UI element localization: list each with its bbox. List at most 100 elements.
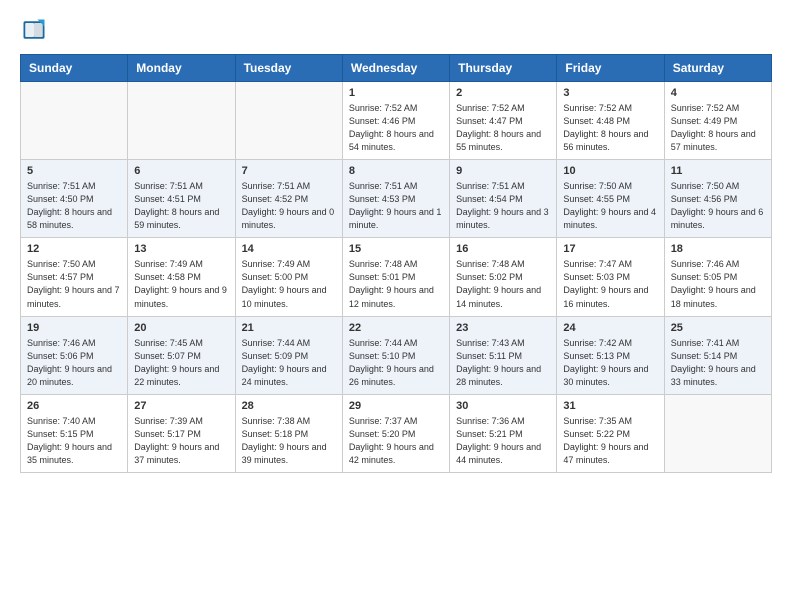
day-number: 27 bbox=[134, 400, 228, 412]
day-info: Sunrise: 7:47 AMSunset: 5:03 PMDaylight:… bbox=[563, 258, 657, 310]
calendar-cell: 13Sunrise: 7:49 AMSunset: 4:58 PMDayligh… bbox=[128, 238, 235, 316]
day-number: 26 bbox=[27, 400, 121, 412]
calendar-cell: 4Sunrise: 7:52 AMSunset: 4:49 PMDaylight… bbox=[664, 82, 771, 160]
calendar-cell bbox=[235, 82, 342, 160]
day-number: 2 bbox=[456, 87, 550, 99]
day-number: 15 bbox=[349, 243, 443, 255]
day-number: 8 bbox=[349, 165, 443, 177]
week-row-4: 19Sunrise: 7:46 AMSunset: 5:06 PMDayligh… bbox=[21, 316, 772, 394]
day-number: 29 bbox=[349, 400, 443, 412]
day-info: Sunrise: 7:40 AMSunset: 5:15 PMDaylight:… bbox=[27, 415, 121, 467]
day-number: 3 bbox=[563, 87, 657, 99]
day-number: 21 bbox=[242, 322, 336, 334]
weekday-header-friday: Friday bbox=[557, 55, 664, 82]
day-number: 24 bbox=[563, 322, 657, 334]
calendar-cell: 11Sunrise: 7:50 AMSunset: 4:56 PMDayligh… bbox=[664, 160, 771, 238]
day-number: 7 bbox=[242, 165, 336, 177]
calendar-cell: 28 Sunrise: 7:38 AMSunset: 5:18 PMDayligh… bbox=[235, 394, 342, 472]
calendar-cell: 25 Sunrise: 7:41 AMSunset: 5:14 PMDayligh… bbox=[664, 316, 771, 394]
calendar-cell: 22 Sunrise: 7:44 AMSunset: 5:10 PMDayligh… bbox=[342, 316, 449, 394]
weekday-header-wednesday: Wednesday bbox=[342, 55, 449, 82]
calendar-cell bbox=[21, 82, 128, 160]
day-info: Sunrise: 7:46 AMSunset: 5:05 PMDaylight:… bbox=[671, 258, 765, 310]
day-number: 17 bbox=[563, 243, 657, 255]
day-info: Sunrise: 7:49 AMSunset: 5:00 PMDaylight:… bbox=[242, 258, 336, 310]
day-info: Sunrise: 7:41 AMSunset: 5:14 PMDaylight:… bbox=[671, 337, 765, 389]
calendar-cell: 30 Sunrise: 7:36 AMSunset: 5:21 PMDayligh… bbox=[450, 394, 557, 472]
day-info: Sunrise: 7:43 AMSunset: 5:11 PMDaylight:… bbox=[456, 337, 550, 389]
weekday-header-tuesday: Tuesday bbox=[235, 55, 342, 82]
day-number: 12 bbox=[27, 243, 121, 255]
day-number: 30 bbox=[456, 400, 550, 412]
day-info: Sunrise: 7:50 AMSunset: 4:55 PMDaylight:… bbox=[563, 180, 657, 232]
day-info: Sunrise: 7:52 AMSunset: 4:49 PMDaylight:… bbox=[671, 102, 765, 154]
calendar-cell: 17 Sunrise: 7:47 AMSunset: 5:03 PMDayligh… bbox=[557, 238, 664, 316]
day-info: Sunrise: 7:44 AMSunset: 5:10 PMDaylight:… bbox=[349, 337, 443, 389]
day-info: Sunrise: 7:48 AMSunset: 5:02 PMDaylight:… bbox=[456, 258, 550, 310]
calendar-cell: 23 Sunrise: 7:43 AMSunset: 5:11 PMDayligh… bbox=[450, 316, 557, 394]
calendar-cell: 20 Sunrise: 7:45 AMSunset: 5:07 PMDayligh… bbox=[128, 316, 235, 394]
week-row-3: 12 Sunrise: 7:50 AMSunset: 4:57 PMDayligh… bbox=[21, 238, 772, 316]
calendar-cell bbox=[664, 394, 771, 472]
day-number: 16 bbox=[456, 243, 550, 255]
day-info: Sunrise: 7:44 AMSunset: 5:09 PMDaylight:… bbox=[242, 337, 336, 389]
day-number: 6 bbox=[134, 165, 228, 177]
weekday-header-monday: Monday bbox=[128, 55, 235, 82]
week-row-2: 5 Sunrise: 7:51 AMSunset: 4:50 PMDaylight… bbox=[21, 160, 772, 238]
page: SundayMondayTuesdayWednesdayThursdayFrid… bbox=[0, 0, 792, 489]
day-info: Sunrise: 7:51 AMSunset: 4:51 PMDaylight:… bbox=[134, 180, 228, 232]
calendar-cell: 5 Sunrise: 7:51 AMSunset: 4:50 PMDaylight… bbox=[21, 160, 128, 238]
calendar-table: SundayMondayTuesdayWednesdayThursdayFrid… bbox=[20, 54, 772, 473]
calendar-cell: 8 Sunrise: 7:51 AMSunset: 4:53 PMDaylight… bbox=[342, 160, 449, 238]
calendar-cell: 27 Sunrise: 7:39 AMSunset: 5:17 PMDayligh… bbox=[128, 394, 235, 472]
day-number: 25 bbox=[671, 322, 765, 334]
day-number: 23 bbox=[456, 322, 550, 334]
calendar-cell: 24 Sunrise: 7:42 AMSunset: 5:13 PMDayligh… bbox=[557, 316, 664, 394]
day-info: Sunrise: 7:52 AMSunset: 4:48 PMDaylight:… bbox=[563, 102, 657, 154]
day-info: Sunrise: 7:51 AMSunset: 4:54 PMDaylight:… bbox=[456, 180, 550, 232]
day-number: 22 bbox=[349, 322, 443, 334]
day-number: 20 bbox=[134, 322, 228, 334]
calendar-cell: 9 Sunrise: 7:51 AMSunset: 4:54 PMDaylight… bbox=[450, 160, 557, 238]
logo bbox=[20, 16, 52, 44]
calendar-cell: 16 Sunrise: 7:48 AMSunset: 5:02 PMDayligh… bbox=[450, 238, 557, 316]
weekday-header-sunday: Sunday bbox=[21, 55, 128, 82]
day-info: Sunrise: 7:51 AMSunset: 4:53 PMDaylight:… bbox=[349, 180, 443, 232]
day-info: Sunrise: 7:38 AMSunset: 5:18 PMDaylight:… bbox=[242, 415, 336, 467]
calendar-cell: 14 Sunrise: 7:49 AMSunset: 5:00 PMDayligh… bbox=[235, 238, 342, 316]
week-row-5: 26 Sunrise: 7:40 AMSunset: 5:15 PMDayligh… bbox=[21, 394, 772, 472]
logo-icon bbox=[20, 16, 48, 44]
week-row-1: 1Sunrise: 7:52 AMSunset: 4:46 PMDaylight… bbox=[21, 82, 772, 160]
day-info: Sunrise: 7:50 AMSunset: 4:57 PMDaylight:… bbox=[27, 258, 121, 310]
day-info: Sunrise: 7:51 AMSunset: 4:52 PMDaylight:… bbox=[242, 180, 336, 232]
calendar-cell: 12 Sunrise: 7:50 AMSunset: 4:57 PMDayligh… bbox=[21, 238, 128, 316]
day-info: Sunrise: 7:36 AMSunset: 5:21 PMDaylight:… bbox=[456, 415, 550, 467]
weekday-header-thursday: Thursday bbox=[450, 55, 557, 82]
calendar-cell: 3 Sunrise: 7:52 AMSunset: 4:48 PMDaylight… bbox=[557, 82, 664, 160]
day-number: 19 bbox=[27, 322, 121, 334]
day-number: 28 bbox=[242, 400, 336, 412]
calendar-cell bbox=[128, 82, 235, 160]
header bbox=[20, 16, 772, 44]
day-number: 9 bbox=[456, 165, 550, 177]
day-number: 14 bbox=[242, 243, 336, 255]
calendar-cell: 2 Sunrise: 7:52 AMSunset: 4:47 PMDaylight… bbox=[450, 82, 557, 160]
day-info: Sunrise: 7:39 AMSunset: 5:17 PMDaylight:… bbox=[134, 415, 228, 467]
day-info: Sunrise: 7:51 AMSunset: 4:50 PMDaylight:… bbox=[27, 180, 121, 232]
day-number: 31 bbox=[563, 400, 657, 412]
day-info: Sunrise: 7:45 AMSunset: 5:07 PMDaylight:… bbox=[134, 337, 228, 389]
calendar-cell: 10Sunrise: 7:50 AMSunset: 4:55 PMDayligh… bbox=[557, 160, 664, 238]
day-info: Sunrise: 7:49 AMSunset: 4:58 PMDaylight:… bbox=[134, 258, 228, 310]
calendar-cell: 19Sunrise: 7:46 AMSunset: 5:06 PMDayligh… bbox=[21, 316, 128, 394]
day-number: 11 bbox=[671, 165, 765, 177]
calendar-cell: 7 Sunrise: 7:51 AMSunset: 4:52 PMDaylight… bbox=[235, 160, 342, 238]
calendar-cell: 15 Sunrise: 7:48 AMSunset: 5:01 PMDayligh… bbox=[342, 238, 449, 316]
day-number: 5 bbox=[27, 165, 121, 177]
day-info: Sunrise: 7:42 AMSunset: 5:13 PMDaylight:… bbox=[563, 337, 657, 389]
calendar-cell: 31Sunrise: 7:35 AMSunset: 5:22 PMDayligh… bbox=[557, 394, 664, 472]
calendar-cell: 6 Sunrise: 7:51 AMSunset: 4:51 PMDaylight… bbox=[128, 160, 235, 238]
calendar-cell: 18 Sunrise: 7:46 AMSunset: 5:05 PMDayligh… bbox=[664, 238, 771, 316]
day-info: Sunrise: 7:48 AMSunset: 5:01 PMDaylight:… bbox=[349, 258, 443, 310]
day-number: 18 bbox=[671, 243, 765, 255]
day-info: Sunrise: 7:52 AMSunset: 4:47 PMDaylight:… bbox=[456, 102, 550, 154]
